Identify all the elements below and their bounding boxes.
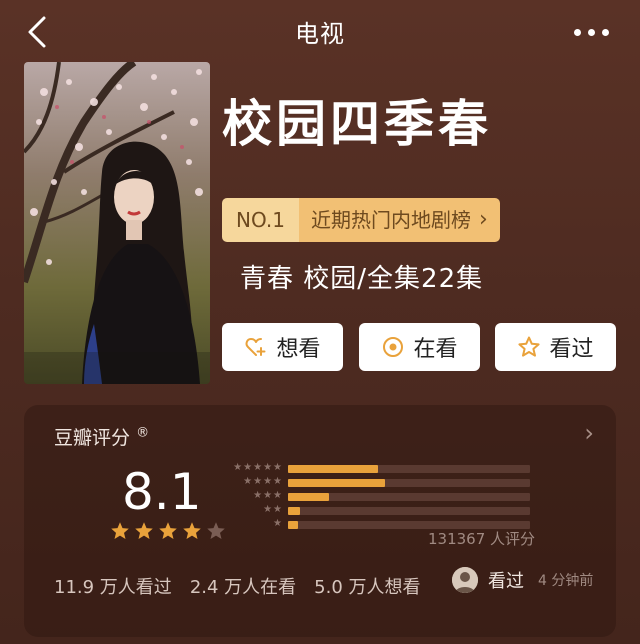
watched-count: 11.9 万人看过	[54, 577, 172, 598]
genre-episodes: 青春 校园/全集22集	[240, 264, 484, 294]
watching-count: 2.4 万人在看	[189, 577, 297, 598]
watched-button[interactable]: 看过	[495, 323, 616, 371]
histogram-bar	[288, 507, 300, 515]
mini-star-icon: ★	[273, 504, 282, 515]
poster-image[interactable]	[24, 62, 210, 384]
mini-star-icon: ★	[273, 490, 282, 501]
mini-star-icon: ★	[273, 462, 282, 473]
mini-star-icon: ★	[273, 518, 282, 529]
audience-stats: 11.9 万人看过 2.4 万人在看 5.0 万人想看	[54, 573, 421, 599]
mini-star-icon: ★	[253, 462, 263, 473]
recent-activity[interactable]: 看过 4 分钟前	[452, 567, 593, 593]
top-nav: 电视	[0, 0, 640, 64]
watched-label: 看过	[549, 337, 594, 362]
recent-time: 4 分钟前	[538, 573, 594, 589]
mini-star-icon: ★	[243, 476, 253, 487]
histogram-bar	[288, 493, 329, 501]
histogram-bar	[288, 479, 385, 487]
recent-label: 看过	[488, 571, 524, 592]
mini-star-icon: ★	[263, 490, 273, 501]
rating-score: 8.1	[122, 463, 202, 521]
show-title: 校园四季春	[222, 95, 492, 153]
rating-star	[111, 522, 129, 539]
mini-star-icon: ★	[263, 504, 273, 515]
mini-star-icon: ★	[263, 462, 273, 473]
mini-star-icon: ★	[273, 476, 282, 487]
more-icon[interactable]	[574, 22, 614, 42]
histogram-star-label: ★	[220, 518, 282, 530]
histogram-star-label: ★ ★	[220, 504, 282, 516]
mini-star-icon: ★	[243, 462, 253, 473]
rank-list-name: 近期热门内地剧榜 ›	[298, 198, 500, 242]
page-title: 电视	[295, 20, 345, 48]
rating-count: 131367 人评分	[428, 530, 536, 548]
want-count: 5.0 万人想看	[314, 577, 421, 598]
histogram-star-label: ★ ★ ★ ★ ★	[220, 462, 282, 474]
watching-label: 在看	[413, 337, 458, 362]
rating-source: 豆瓣评分 ®	[54, 425, 150, 449]
want-label: 想看	[276, 337, 321, 362]
histogram-track	[288, 507, 530, 515]
histogram-bar	[288, 521, 298, 529]
rank-badge[interactable]: NO.1 近期热门内地剧榜 ›	[222, 198, 500, 242]
rating-stars	[110, 521, 226, 541]
target-icon	[383, 337, 404, 357]
avatar[interactable]	[452, 567, 478, 593]
rank-number: NO.1	[222, 198, 299, 242]
histogram-star-label: ★ ★ ★ ★	[220, 476, 282, 488]
mini-star-icon: ★	[233, 462, 243, 473]
mini-star-icon: ★	[253, 476, 263, 487]
histogram-star-label: ★ ★ ★	[220, 490, 282, 502]
rating-card[interactable]: 豆瓣评分 ® › 8.1 ★ ★ ★ ★ ★ ★ ★ ★ ★ ★ ★ ★ ★ ★ ★ 131367 人评分 …	[24, 405, 616, 637]
watching-button[interactable]: 在看	[359, 323, 480, 371]
star-icon	[518, 336, 541, 357]
mini-star-icon: ★	[263, 476, 273, 487]
histogram-bar	[288, 465, 378, 473]
rating-star	[159, 522, 177, 539]
mini-star-icon: ★	[253, 490, 263, 501]
want-button[interactable]: 想看	[222, 323, 343, 371]
chevron-right-icon: ›	[478, 207, 488, 232]
rating-star	[183, 522, 201, 539]
rating-star	[135, 522, 153, 539]
heart-plus-icon	[246, 338, 266, 356]
chevron-right-icon[interactable]: ›	[584, 419, 594, 447]
